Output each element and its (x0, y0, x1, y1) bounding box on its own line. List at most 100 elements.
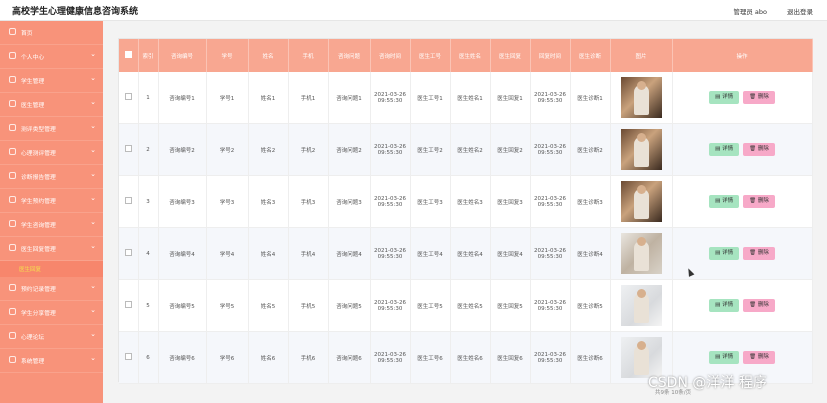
sidebar-item-2[interactable]: 学生管理 ⌄ (0, 69, 103, 93)
cell-diagnosis: 医生诊断4 (570, 227, 611, 280)
detail-label: 详情 (722, 198, 734, 204)
cell-consult-time: 2021-03-26 09:55:30 (370, 279, 411, 332)
photo-figure-head (636, 185, 646, 194)
cell-student-no: 学号5 (206, 279, 249, 332)
detail-button[interactable]: ▤ 详情 (709, 299, 740, 312)
sidebar-item-8[interactable]: 学生咨询管理 ⌄ (0, 213, 103, 237)
cell-index: 1 (138, 72, 159, 124)
delete-label: 删除 (757, 146, 769, 152)
sidebar-item-12[interactable]: 学生分享管理 ⌄ (0, 301, 103, 325)
row-checkbox[interactable] (124, 353, 132, 360)
sidebar-item-3[interactable]: 医生管理 ⌄ (0, 93, 103, 117)
row-select-cell[interactable] (119, 227, 139, 280)
row-checkbox[interactable] (124, 249, 132, 256)
column-header: 手机 (288, 39, 329, 72)
cell-reply-time: 2021-03-26 09:55:30 (530, 331, 571, 384)
delete-button[interactable]: 🗑 删除 (743, 143, 775, 156)
cell-phone: 手机2 (288, 123, 329, 176)
sidebar-item-14[interactable]: 系统管理 ⌄ (0, 349, 103, 373)
cell-consult-no: 咨询编号4 (158, 227, 207, 280)
home-icon (9, 28, 16, 35)
detail-button[interactable]: ▤ 详情 (709, 143, 740, 156)
cell-reply-time: 2021-03-26 09:55:30 (530, 227, 571, 280)
menu-icon (9, 332, 16, 339)
sidebar-item-label: 首页 (21, 31, 33, 37)
row-checkbox[interactable] (124, 301, 132, 308)
column-header: 学号 (206, 39, 249, 72)
sidebar-item-9[interactable]: 医生回复管理 ⌄ (0, 237, 103, 261)
row-select-cell[interactable] (119, 331, 139, 384)
column-header: 医生姓名 (450, 39, 491, 72)
row-select-cell[interactable] (119, 175, 139, 228)
cell-doctor-name: 医生姓名3 (450, 175, 491, 228)
sidebar-item-1[interactable]: 个人中心 ⌄ (0, 45, 103, 69)
data-table-panel: 索引 咨询编号 学号 姓名 手机 咨询问题 咨询时间 医生工号 医生姓名 医生回复 回复时间 医生诊断… (118, 38, 813, 384)
cell-question: 咨询问题5 (328, 279, 371, 332)
row-checkbox[interactable] (124, 145, 132, 152)
cell-diagnosis: 医生诊断1 (570, 72, 611, 124)
chevron-down-icon: ⌄ (90, 218, 96, 226)
cell-name: 姓名3 (248, 175, 289, 228)
cell-actions: ▤ 详情 🗑 删除 (672, 72, 813, 124)
detail-button[interactable]: ▤ 详情 (709, 351, 740, 364)
cell-name: 姓名6 (248, 331, 289, 384)
cell-doctor-name: 医生姓名2 (450, 123, 491, 176)
sidebar-item-label: 学生预约管理 (21, 199, 56, 205)
sidebar-item-0[interactable]: 首页 (0, 21, 103, 45)
cell-consult-no: 咨询编号3 (158, 175, 207, 228)
table-row: 2 咨询编号2 学号2 姓名2 手机2 咨询问题2 2021-03-26 09:55:30 医… (119, 123, 813, 176)
cell-consult-time: 2021-03-26 09:55:30 (370, 175, 411, 228)
photo-figure-head (636, 341, 646, 350)
row-checkbox[interactable] (124, 197, 132, 204)
delete-label: 删除 (757, 198, 769, 204)
delete-button[interactable]: 🗑 删除 (743, 195, 775, 208)
trash-icon: 🗑 (749, 250, 758, 256)
sidebar-item-13[interactable]: 心理论坛 ⌄ (0, 325, 103, 349)
cell-photo (610, 279, 673, 332)
delete-label: 删除 (757, 354, 769, 360)
cell-doctor-no: 医生工号2 (410, 123, 451, 176)
row-select-cell[interactable] (119, 279, 139, 332)
select-all-checkbox[interactable] (124, 51, 132, 58)
doctor-photo (620, 285, 662, 326)
sidebar-item-7[interactable]: 学生预约管理 ⌄ (0, 189, 103, 213)
sidebar-item-4[interactable]: 测评类型管理 ⌄ (0, 117, 103, 141)
detail-button[interactable]: ▤ 详情 (709, 91, 740, 104)
row-checkbox[interactable] (124, 93, 132, 100)
sidebar-item-label: 诊断报告管理 (21, 175, 56, 181)
sidebar-item-label: 心理论坛 (21, 335, 45, 341)
select-all-cell[interactable] (119, 39, 139, 72)
sidebar-item-6[interactable]: 诊断报告管理 ⌄ (0, 165, 103, 189)
cell-name: 姓名4 (248, 227, 289, 280)
cell-reply: 医生回复4 (490, 227, 531, 280)
delete-button[interactable]: 🗑 删除 (743, 91, 775, 104)
detail-button[interactable]: ▤ 详情 (709, 247, 740, 260)
menu-icon (9, 220, 16, 227)
detail-button[interactable]: ▤ 详情 (709, 195, 740, 208)
cell-question: 咨询问题1 (328, 72, 371, 124)
cell-photo (610, 175, 673, 228)
logout-link[interactable]: 退出登录 (787, 6, 813, 16)
cell-consult-time: 2021-03-26 09:55:30 (370, 227, 411, 280)
sidebar-item-label: 测评类型管理 (21, 127, 56, 133)
row-select-cell[interactable] (119, 123, 139, 176)
delete-label: 删除 (757, 250, 769, 256)
delete-button[interactable]: 🗑 删除 (743, 351, 775, 364)
row-select-cell[interactable] (119, 72, 139, 124)
sidebar-subitem-10[interactable]: 医生回复 (0, 261, 103, 277)
chevron-down-icon: ⌄ (90, 74, 96, 82)
doctor-photo (620, 233, 662, 274)
sidebar-item-5[interactable]: 心理测评管理 ⌄ (0, 141, 103, 165)
delete-button[interactable]: 🗑 删除 (743, 247, 775, 260)
cell-student-no: 学号2 (206, 123, 249, 176)
cell-consult-no: 咨询编号2 (158, 123, 207, 176)
chevron-down-icon: ⌄ (90, 242, 96, 250)
cell-doctor-name: 医生姓名4 (450, 227, 491, 280)
trash-icon: 🗑 (749, 146, 758, 152)
sidebar-item-11[interactable]: 预约记录管理 ⌄ (0, 277, 103, 301)
cell-phone: 手机6 (288, 331, 329, 384)
detail-label: 详情 (722, 146, 734, 152)
cell-name: 姓名5 (248, 279, 289, 332)
delete-button[interactable]: 🗑 删除 (743, 299, 775, 312)
cell-doctor-no: 医生工号3 (410, 175, 451, 228)
